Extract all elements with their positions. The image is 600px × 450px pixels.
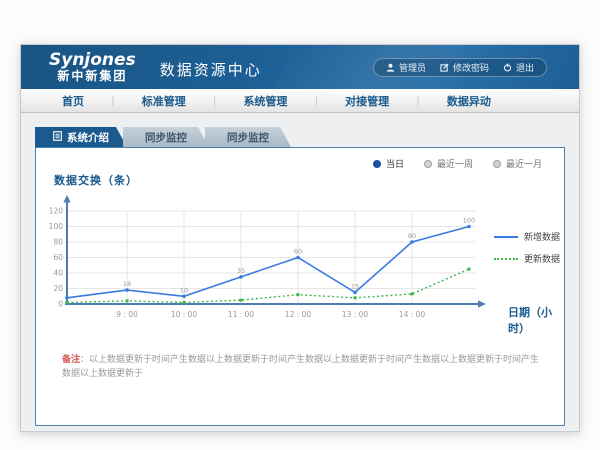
power-icon	[503, 63, 512, 72]
edit-icon	[440, 63, 449, 72]
svg-text:100: 100	[49, 222, 64, 231]
legend-label: 更新数据	[524, 252, 560, 265]
legend-label: 新增数据	[524, 230, 560, 243]
change-password-label: 修改密码	[453, 61, 489, 74]
chart-panel: 当日 最近一周 最近一月 数据交换（条） 0 20 40 60 80 100 120 9 : …	[35, 147, 565, 426]
svg-text:0: 0	[58, 300, 63, 309]
chart-svg: 0 20 40 60 80 100 120 9 : 00 10 : 00 11 : 00 12 : …	[48, 194, 498, 324]
svg-text:15: 15	[351, 282, 359, 290]
app-window: Synjones 新中新集团 数据资源中心 管理员 修改密码 退出	[20, 44, 580, 432]
legend-item-new-data: 新增数据	[494, 230, 560, 243]
range-option-today[interactable]: 当日	[373, 157, 404, 170]
logout-label: 退出	[516, 61, 534, 74]
range-option-last-week[interactable]: 最近一周	[424, 157, 473, 170]
footnote-label: 备注	[62, 355, 80, 365]
user-toolbar: 管理员 修改密码 退出	[373, 58, 547, 77]
svg-text:35: 35	[237, 267, 245, 275]
radio-unselected-icon	[493, 160, 501, 168]
svg-text:10 : 00: 10 : 00	[171, 310, 198, 319]
user-name-label: 管理员	[399, 61, 426, 74]
nav-item-integration-mgmt[interactable]: 对接管理	[318, 93, 416, 109]
svg-text:11 : 00: 11 : 00	[228, 310, 255, 319]
svg-text:80: 80	[408, 232, 416, 240]
tab-label: 同步监控	[227, 130, 269, 145]
svg-text:18: 18	[123, 280, 131, 288]
svg-text:60: 60	[53, 253, 63, 262]
logo-text-cn: 新中新集团	[49, 70, 136, 83]
tab-bar: 系统介绍 同步监控 同步监控	[35, 127, 565, 147]
user-menu[interactable]: 管理员	[386, 61, 426, 74]
chart-legend: 新增数据 更新数据	[494, 230, 560, 265]
svg-text:13 : 00: 13 : 00	[342, 310, 369, 319]
svg-text:80: 80	[53, 238, 63, 247]
app-header: Synjones 新中新集团 数据资源中心 管理员 修改密码 退出	[21, 45, 579, 89]
main-nav: 首页 | 标准管理 | 系统管理 | 对接管理 | 数据异动	[21, 89, 579, 113]
svg-text:40: 40	[53, 269, 63, 278]
nav-item-system-mgmt[interactable]: 系统管理	[216, 93, 314, 109]
radio-unselected-icon	[424, 160, 432, 168]
tab-label: 系统介绍	[67, 130, 109, 145]
content-area: 系统介绍 同步监控 同步监控 当日 最近一周	[21, 113, 579, 426]
logout-button[interactable]: 退出	[503, 61, 534, 74]
nav-item-home[interactable]: 首页	[35, 93, 111, 109]
tab-sync-monitor-1[interactable]: 同步监控	[123, 127, 209, 147]
range-selector: 当日 最近一周 最近一月	[373, 157, 542, 170]
svg-text:120: 120	[49, 207, 64, 216]
change-password-button[interactable]: 修改密码	[440, 61, 489, 74]
tab-sync-monitor-2[interactable]: 同步监控	[205, 127, 291, 147]
user-icon	[386, 63, 395, 72]
logo-text-en: Synjones	[49, 52, 136, 70]
x-axis-title: 日期（小时）	[508, 304, 564, 336]
svg-text:10: 10	[180, 286, 188, 294]
svg-text:60: 60	[294, 248, 302, 256]
svg-text:12 : 00: 12 : 00	[285, 310, 312, 319]
footnote-text: ：以上数据更新于时间产生数据以上数据更新于时间产生数据以上数据更新于时间产生数据…	[62, 355, 539, 379]
radio-selected-icon	[373, 160, 381, 168]
tab-label: 同步监控	[145, 130, 187, 145]
exchange-line-chart: 0 20 40 60 80 100 120 9 : 00 10 : 00 11 : 00 12 : …	[48, 194, 498, 324]
dotted-line-icon	[494, 258, 518, 260]
page-title: 数据资源中心	[160, 59, 262, 80]
legend-item-updated-data: 更新数据	[494, 252, 560, 265]
svg-text:14 : 00: 14 : 00	[399, 310, 426, 319]
nav-item-data-change[interactable]: 数据异动	[420, 93, 518, 109]
document-icon	[53, 131, 62, 144]
nav-item-standard-mgmt[interactable]: 标准管理	[115, 93, 213, 109]
range-label: 最近一月	[506, 157, 542, 170]
tab-system-intro[interactable]: 系统介绍	[35, 127, 127, 147]
svg-text:9 : 00: 9 : 00	[116, 310, 138, 319]
range-option-last-month[interactable]: 最近一月	[493, 157, 542, 170]
solid-line-icon	[494, 236, 518, 238]
range-label: 最近一周	[437, 157, 473, 170]
svg-text:20: 20	[53, 284, 63, 293]
svg-text:100: 100	[463, 217, 475, 225]
range-label: 当日	[386, 157, 404, 170]
y-axis-title: 数据交换（条）	[54, 172, 138, 188]
company-logo: Synjones 新中新集团	[49, 52, 136, 82]
footnote: 备注：以上数据更新于时间产生数据以上数据更新于时间产生数据以上数据更新于时间产生…	[62, 354, 544, 381]
